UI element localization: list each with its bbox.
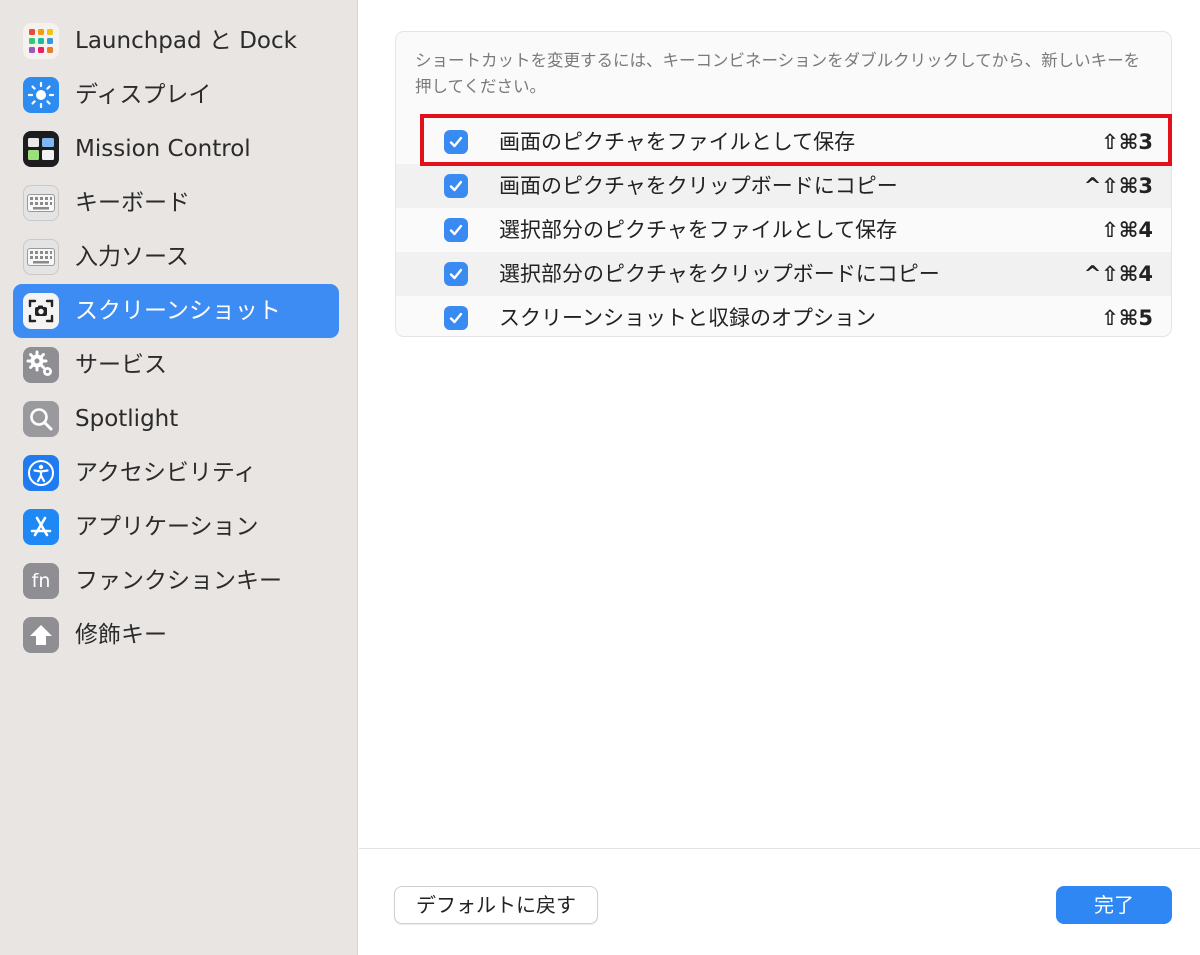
accessibility-icon bbox=[23, 455, 59, 491]
screenshot-icon bbox=[23, 293, 59, 329]
mission-control-icon bbox=[23, 131, 59, 167]
shortcut-keys[interactable]: ⇧⌘5 bbox=[1101, 296, 1153, 336]
shortcut-label: 選択部分のピクチャをファイルとして保存 bbox=[499, 218, 898, 242]
sidebar-item-modifier-keys[interactable]: 修飾キー bbox=[13, 608, 339, 662]
sidebar-item-launchpad-dock[interactable]: Launchpad と Dock bbox=[13, 14, 339, 68]
restore-defaults-button[interactable]: デフォルトに戻す bbox=[394, 886, 598, 924]
sidebar-item-label: ディスプレイ bbox=[75, 82, 212, 108]
sidebar-item-display[interactable]: ディスプレイ bbox=[13, 68, 339, 122]
hint-text: ショートカットを変更するには、キーコンビネーションをダブルクリックしてから、新し… bbox=[415, 51, 1141, 96]
sidebar-item-label: 修飾キー bbox=[75, 622, 167, 648]
shortcut-keys[interactable]: ^⇧⌘3 bbox=[1084, 164, 1153, 208]
sidebar-item-label: スクリーンショット bbox=[75, 298, 281, 324]
sidebar-item-accessibility[interactable]: アクセシビリティ bbox=[13, 446, 339, 500]
shortcut-label: スクリーンショットと収録のオプション bbox=[499, 306, 876, 330]
sidebar-item-label: アプリケーション bbox=[75, 514, 259, 540]
sidebar-item-label: アクセシビリティ bbox=[75, 460, 257, 486]
sidebar-item-label: Launchpad と Dock bbox=[75, 28, 297, 54]
footer-divider bbox=[359, 848, 1200, 849]
checkbox[interactable] bbox=[444, 174, 468, 198]
shortcut-keys[interactable]: ⇧⌘4 bbox=[1101, 208, 1153, 252]
checkbox[interactable] bbox=[444, 262, 468, 286]
sidebar-item-label: サービス bbox=[75, 352, 167, 378]
sidebar: Launchpad と Dock ディスプレイ Mission Control … bbox=[0, 0, 358, 955]
shortcut-keys[interactable]: ^⇧⌘4 bbox=[1084, 252, 1153, 296]
shortcut-label: 画面のピクチャをクリップボードにコピー bbox=[499, 174, 898, 198]
magnifier-icon bbox=[23, 401, 59, 437]
done-button[interactable]: 完了 bbox=[1056, 886, 1172, 924]
shortcut-row[interactable]: 選択部分のピクチャをファイルとして保存 ⇧⌘4 bbox=[396, 208, 1171, 252]
keyboard-icon bbox=[23, 239, 59, 275]
sidebar-item-spotlight[interactable]: Spotlight bbox=[13, 392, 339, 446]
sidebar-item-services[interactable]: サービス bbox=[13, 338, 339, 392]
shortcut-label: 選択部分のピクチャをクリップボードにコピー bbox=[499, 262, 940, 286]
keyboard-icon bbox=[23, 185, 59, 221]
sidebar-item-input-sources[interactable]: 入力ソース bbox=[13, 230, 339, 284]
sidebar-item-screenshot[interactable]: スクリーンショット bbox=[13, 284, 339, 338]
sidebar-item-keyboard[interactable]: キーボード bbox=[13, 176, 339, 230]
gears-icon bbox=[23, 347, 59, 383]
sidebar-item-label: Mission Control bbox=[75, 136, 251, 162]
sidebar-item-label: キーボード bbox=[75, 190, 190, 216]
up-arrow-icon bbox=[23, 617, 59, 653]
launchpad-icon bbox=[23, 23, 59, 59]
shortcut-row[interactable]: 選択部分のピクチャをクリップボードにコピー ^⇧⌘4 bbox=[396, 252, 1171, 296]
sidebar-item-label: 入力ソース bbox=[75, 244, 189, 270]
fn-icon: fn bbox=[23, 563, 59, 599]
shortcuts-panel: ショートカットを変更するには、キーコンビネーションをダブルクリックしてから、新し… bbox=[395, 31, 1172, 337]
sidebar-item-function-keys[interactable]: fn ファンクションキー bbox=[13, 554, 339, 608]
app-store-icon bbox=[23, 509, 59, 545]
display-brightness-icon bbox=[23, 77, 59, 113]
sidebar-item-label: Spotlight bbox=[75, 406, 179, 432]
sidebar-item-mission-control[interactable]: Mission Control bbox=[13, 122, 339, 176]
sidebar-item-applications[interactable]: アプリケーション bbox=[13, 500, 339, 554]
sidebar-item-label: ファンクションキー bbox=[75, 568, 282, 594]
checkbox[interactable] bbox=[444, 306, 468, 330]
shortcut-row[interactable]: 画面のピクチャをクリップボードにコピー ^⇧⌘3 bbox=[396, 164, 1171, 208]
shortcut-row[interactable]: スクリーンショットと収録のオプション ⇧⌘5 bbox=[396, 296, 1171, 336]
checkbox[interactable] bbox=[444, 218, 468, 242]
highlight-box bbox=[420, 114, 1172, 166]
